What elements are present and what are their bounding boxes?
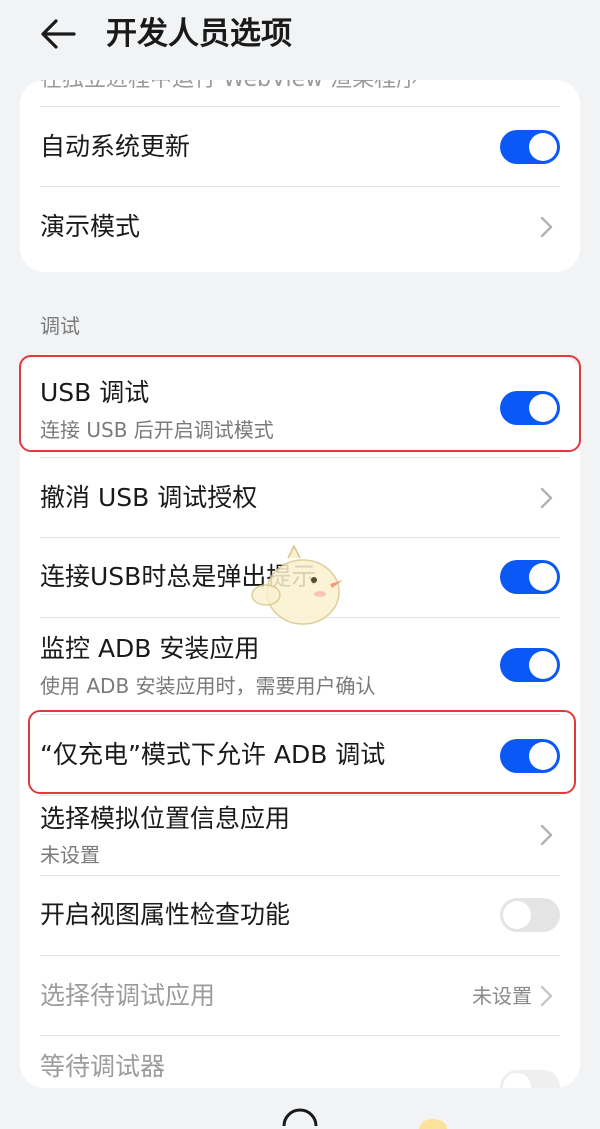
view-attribute-toggle[interactable] [500,898,560,932]
bottom-nav-home-icon[interactable] [280,1103,320,1129]
page-title: 开发人员选项 [106,16,292,52]
wait-debugger-toggle [500,1070,560,1088]
toggle-knob [529,563,557,591]
setting-subtitle: 未设置 [40,843,100,867]
setting-title: “仅充电”模式下允许 ADB 调试 [40,740,386,769]
setting-title: 选择模拟位置信息应用 [40,804,291,833]
usb-prompt-toggle[interactable] [500,560,560,594]
setting-row-mock-location-app[interactable]: 选择模拟位置信息应用 未设置 [40,796,560,876]
setting-title: 演示模式 [40,212,141,241]
setting-row-revoke-usb-auth[interactable]: 撤消 USB 调试授权 [40,458,560,538]
setting-row-wait-for-debugger: 等待调试器 [40,1036,560,1088]
setting-row-demo-mode[interactable]: 演示模式 [40,187,560,267]
settings-card-general: 在独立进程中运行 WebView 渲染程序 自动系统更新 演示模式 [20,80,580,272]
setting-title: 等待调试器 [40,1052,166,1081]
settings-card-debug: USB 调试 连接 USB 后开启调试模式 撤消 USB 调试授权 连接USB时… [20,354,580,1088]
toggle-knob [529,394,557,422]
usb-debugging-toggle[interactable] [500,391,560,425]
chevron-right-icon [540,216,553,238]
setting-title: 自动系统更新 [40,132,191,161]
setting-row-charge-only-adb[interactable]: “仅充电”模式下允许 ADB 调试 [40,715,560,795]
chevron-right-icon [540,487,553,509]
setting-subtitle: 使用 ADB 安装应用时，需要用户确认 [40,674,376,698]
setting-title: 开启视图属性检查功能 [40,900,291,929]
setting-title: USB 调试 [40,378,150,407]
charge-only-adb-toggle[interactable] [500,739,560,773]
setting-title: 监控 ADB 安装应用 [40,634,260,663]
clipped-setting-label: 在独立进程中运行 WebView 渲染程序 [40,80,418,94]
setting-subtitle: 连接 USB 后开启调试模式 [40,418,274,442]
mascot-sticker-icon [251,544,343,625]
app-bar: 开发人员选项 [0,0,600,75]
back-arrow-icon[interactable] [38,14,78,54]
toggle-knob [503,1073,531,1088]
mascot-peek-icon [419,1119,447,1129]
section-label-debug: 调试 [40,314,80,338]
adb-install-toggle[interactable] [500,648,560,682]
toggle-knob [529,651,557,679]
chevron-right-icon [540,824,553,846]
toggle-knob [529,742,557,770]
setting-row-adb-install-monitor[interactable]: 监控 ADB 安装应用 使用 ADB 安装应用时，需要用户确认 [40,618,560,714]
setting-title: 选择待调试应用 [40,981,216,1010]
setting-row-auto-update[interactable]: 自动系统更新 [40,107,560,187]
chevron-right-icon [540,985,553,1007]
setting-title: 撤消 USB 调试授权 [40,483,258,512]
setting-value: 未设置 [472,984,532,1008]
setting-row-select-debug-app: 选择待调试应用 未设置 [40,956,560,1036]
setting-row-view-attribute-inspection[interactable]: 开启视图属性检查功能 [40,876,560,956]
toggle-knob [503,901,531,929]
auto-update-toggle[interactable] [500,130,560,164]
setting-row-usb-debugging[interactable]: USB 调试 连接 USB 后开启调试模式 [40,354,560,454]
toggle-knob [529,133,557,161]
